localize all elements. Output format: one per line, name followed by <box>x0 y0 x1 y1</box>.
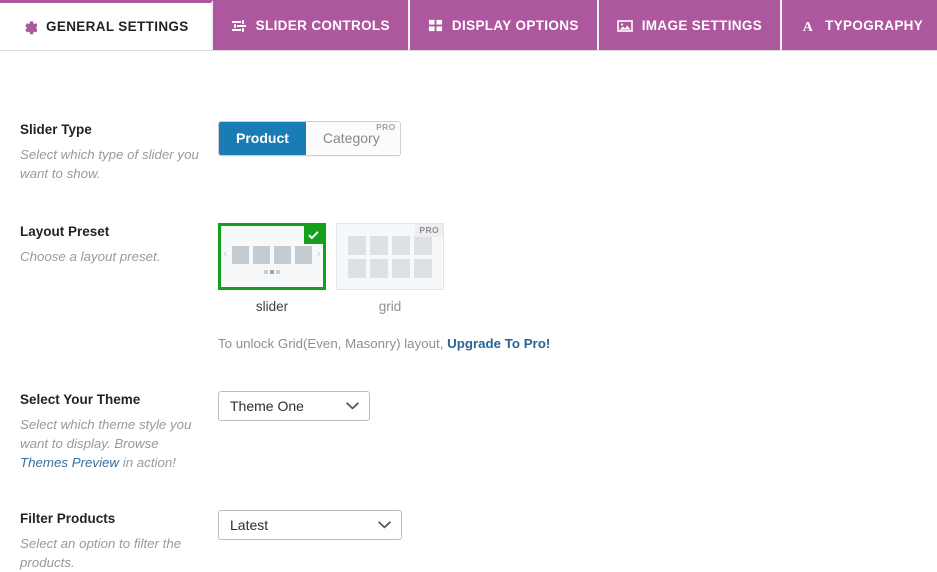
tab-label: IMAGE SETTINGS <box>641 17 763 33</box>
layout-preset-options: ‹ › slider PRO grid <box>218 223 550 314</box>
sliders-icon <box>231 18 247 34</box>
field-filter-products-label-col: Filter Products Select an option to filt… <box>20 510 205 572</box>
field-filter-products-control-col: Latest <box>218 510 402 540</box>
pro-badge: PRO <box>415 224 443 237</box>
thumb <box>414 235 432 255</box>
field-description-part2: in action! <box>122 455 176 471</box>
thumb <box>370 235 388 255</box>
thumb <box>232 245 249 264</box>
field-title: Layout Preset <box>20 224 110 239</box>
toggle-option-label: Product <box>236 130 289 146</box>
slider-type-option-product[interactable]: Product <box>219 122 306 156</box>
settings-tab-bar: GENERAL SETTINGS SLIDER CONTROLS DISPLAY <box>0 0 937 51</box>
chevron-right-icon: › <box>317 248 321 260</box>
thumb <box>253 245 270 264</box>
slider-type-option-category[interactable]: PRO Category <box>305 122 400 156</box>
field-select-theme-control-col: Theme One <box>218 391 370 421</box>
slider-type-toggle-group: Product PRO Category <box>218 121 401 157</box>
check-icon <box>304 226 323 244</box>
tab-display-options[interactable]: DISPLAY OPTIONS <box>409 0 599 51</box>
dot <box>270 270 274 274</box>
dot <box>264 270 268 274</box>
thumb <box>295 245 312 264</box>
thumb <box>348 258 366 278</box>
tab-typography[interactable]: A TYPOGRAPHY <box>782 0 937 51</box>
tab-label: SLIDER CONTROLS <box>255 17 390 33</box>
chevron-left-icon: ‹ <box>223 248 227 260</box>
layout-preset-grid-card[interactable]: PRO <box>336 223 444 290</box>
filter-products-select-value: Latest <box>230 517 269 533</box>
dot <box>276 270 280 274</box>
text-a-icon: A <box>800 18 816 34</box>
chevron-down-icon <box>346 402 359 411</box>
layout-preset-name: slider <box>255 299 289 314</box>
image-icon <box>616 18 633 34</box>
thumb <box>370 258 388 278</box>
svg-text:A: A <box>803 20 814 34</box>
tab-label: DISPLAY OPTIONS <box>451 17 579 33</box>
tab-slider-controls[interactable]: SLIDER CONTROLS <box>212 0 410 51</box>
gear-icon <box>22 20 37 35</box>
theme-select-value: Theme One <box>230 398 304 414</box>
field-title: Filter Products <box>20 511 116 526</box>
slider-preview-thumbs: ‹ › <box>222 245 321 264</box>
upgrade-notice-text: To unlock Grid(Even, Masonry) layout, <box>218 336 444 351</box>
field-layout-preset-control-col: ‹ › slider PRO grid To unlock Grid(Even,… <box>218 223 550 351</box>
field-select-theme-label-col: Select Your Theme Select which theme sty… <box>20 391 205 472</box>
themes-preview-link[interactable]: Themes Preview <box>20 455 119 470</box>
field-title: Slider Type <box>20 122 92 137</box>
field-description-part1: Select which theme style you want to dis… <box>20 416 192 451</box>
filter-products-select[interactable]: Latest <box>218 510 402 540</box>
layout-preset-slider[interactable]: ‹ › slider <box>218 223 326 314</box>
upgrade-to-pro-link[interactable]: Upgrade To Pro! <box>447 336 550 351</box>
field-slider-type-control-col: Product PRO Category <box>218 121 401 157</box>
tab-label: GENERAL SETTINGS <box>46 19 189 35</box>
layout-preset-slider-card[interactable]: ‹ › <box>218 223 326 290</box>
field-description: Choose a layout preset. <box>20 248 161 264</box>
thumb <box>392 258 410 278</box>
pro-badge: PRO <box>376 122 396 132</box>
field-description: Select which type of slider you want to … <box>20 146 199 181</box>
toggle-option-label: Category <box>322 130 380 146</box>
grid-icon <box>428 18 443 33</box>
upgrade-notice: To unlock Grid(Even, Masonry) layout, Up… <box>218 336 550 351</box>
field-title: Select Your Theme <box>20 392 141 407</box>
field-layout-preset-label-col: Layout Preset Choose a layout preset. <box>20 223 205 266</box>
field-slider-type-label-col: Slider Type Select which type of slider … <box>20 121 205 183</box>
field-description: Select an option to filter the products. <box>20 535 182 570</box>
tab-general-settings[interactable]: GENERAL SETTINGS <box>0 0 213 51</box>
layout-preset-grid[interactable]: PRO grid <box>336 223 444 314</box>
field-description: Select which theme style you want to dis… <box>20 415 205 473</box>
grid-preview-thumbs <box>348 235 432 278</box>
thumb <box>392 235 410 255</box>
theme-select[interactable]: Theme One <box>218 391 370 421</box>
thumb <box>348 235 366 255</box>
layout-preset-name: grid <box>378 299 402 314</box>
thumb <box>274 245 291 264</box>
thumb <box>414 258 432 278</box>
tab-label: TYPOGRAPHY <box>825 17 924 33</box>
tab-image-settings[interactable]: IMAGE SETTINGS <box>598 0 783 51</box>
chevron-down-icon <box>378 521 391 530</box>
slider-preview-dots <box>221 270 323 274</box>
